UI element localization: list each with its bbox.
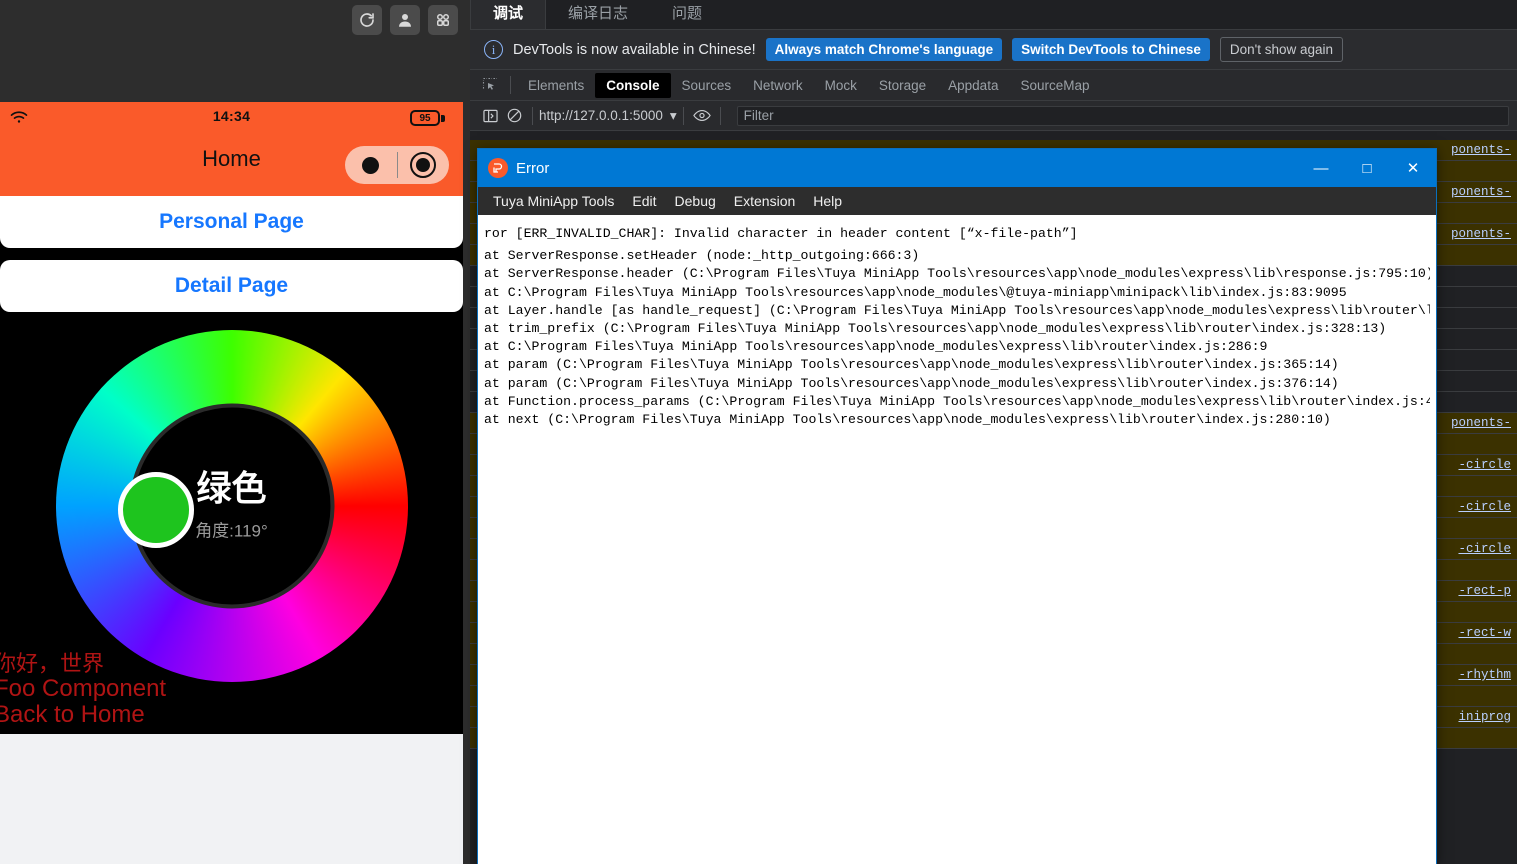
clear-console-icon[interactable] [502, 104, 526, 128]
panel-tab-appdata[interactable]: Appdata [937, 73, 1009, 98]
error-stack-line: at ServerResponse.header (C:\Program Fil… [484, 265, 1430, 283]
console-toolbar-divider-3 [720, 107, 721, 125]
color-wheel-ring[interactable]: 绿色 角度:119° [56, 330, 408, 682]
language-banner: i DevTools is now available in Chinese! … [470, 30, 1517, 70]
error-stack-line: ror [ERR_INVALID_CHAR]: Invalid characte… [484, 225, 1430, 243]
back-to-home-link[interactable]: Back to Home [0, 702, 463, 728]
error-stack-line: at ServerResponse.setHeader (node:_http_… [484, 247, 1430, 265]
console-source-link[interactable]: -circle [1458, 500, 1511, 514]
error-dialog-titlebar[interactable]: Error — □ ✕ [478, 149, 1436, 187]
simulator-panel: 14:34 95 Home Personal Page Detail Page [0, 0, 470, 864]
account-icon[interactable] [390, 5, 420, 35]
maximize-button[interactable]: □ [1344, 149, 1390, 187]
error-stack-line: at param (C:\Program Files\Tuya MiniApp … [484, 375, 1430, 393]
error-dialog-title: Error [516, 160, 549, 177]
panel-divider [510, 76, 511, 94]
foo-component-text: Foo Component [0, 676, 463, 702]
phone-viewport: 14:34 95 Home Personal Page Detail Page [0, 102, 463, 734]
error-dialog[interactable]: Error — □ ✕ Tuya MiniApp Tools Edit Debu… [477, 148, 1437, 864]
battery-tip [441, 115, 445, 122]
error-stack-line: at Layer.handle [as handle_request] (C:\… [484, 302, 1430, 320]
detail-page-link[interactable]: Detail Page [175, 274, 288, 298]
close-button[interactable]: ✕ [1390, 149, 1436, 187]
personal-page-link[interactable]: Personal Page [159, 210, 304, 234]
menu-extension[interactable]: Extension [727, 190, 802, 212]
error-stack-line: at next (C:\Program Files\Tuya MiniApp T… [484, 411, 1430, 429]
panel-tab-mock[interactable]: Mock [814, 73, 868, 98]
always-match-language-button[interactable]: Always match Chrome's language [766, 38, 1003, 61]
status-bar: 14:34 95 [0, 102, 463, 134]
panel-tab-elements[interactable]: Elements [517, 73, 595, 98]
color-angle-label: 角度:119° [195, 517, 268, 542]
battery-indicator: 95 [410, 110, 445, 126]
error-stack-line: at param (C:\Program Files\Tuya MiniApp … [484, 356, 1430, 374]
refresh-icon[interactable] [352, 5, 382, 35]
menu-help[interactable]: Help [806, 190, 849, 212]
status-time: 14:34 [0, 108, 463, 124]
window-controls: — □ ✕ [1298, 149, 1436, 187]
tab-build-log[interactable]: 编译日志 [546, 0, 650, 29]
console-source-link[interactable]: ponents- [1451, 185, 1511, 199]
screen-root: 14:34 95 Home Personal Page Detail Page [0, 0, 1517, 864]
menu-debug[interactable]: Debug [668, 190, 723, 212]
console-source-link[interactable]: -rect-w [1458, 626, 1511, 640]
simulator-blank-area [0, 734, 463, 864]
console-toolbar-divider-1 [532, 107, 533, 125]
error-stack-trace: ror [ERR_INVALID_CHAR]: Invalid characte… [478, 215, 1436, 864]
nav-bar: Home [0, 134, 463, 196]
live-expression-eye-icon[interactable] [690, 104, 714, 128]
console-context-selector[interactable]: http://127.0.0.1:5000 ▾ [539, 108, 677, 124]
simulator-toolbar [352, 0, 458, 40]
console-toolbar-divider-2 [683, 107, 684, 125]
color-wheel-widget[interactable]: 绿色 角度:119° [0, 324, 463, 624]
battery-level: 95 [410, 110, 440, 126]
devtools-panel-tabs: Elements Console Sources Network Mock St… [470, 70, 1517, 101]
hello-world-text: 你好，世界 [0, 652, 463, 676]
chevron-down-icon: ▾ [670, 108, 677, 124]
console-toolbar: http://127.0.0.1:5000 ▾ Filter [470, 101, 1517, 131]
console-source-link[interactable]: -circle [1458, 542, 1511, 556]
capsule-close-icon[interactable] [398, 152, 450, 178]
console-source-link[interactable]: ponents- [1451, 227, 1511, 241]
minimize-button[interactable]: — [1298, 149, 1344, 187]
panel-tab-console[interactable]: Console [595, 73, 670, 98]
hello-text-block: 你好，世界 Foo Component Back to Home [0, 652, 463, 734]
color-name-label: 绿色 [196, 470, 266, 509]
filter-input[interactable]: Filter [737, 106, 1509, 126]
console-source-link[interactable]: -rect-p [1458, 584, 1511, 598]
miniapp-capsule-button[interactable] [345, 146, 449, 184]
inspect-element-icon[interactable] [476, 74, 504, 96]
detail-page-card[interactable]: Detail Page [0, 260, 463, 312]
menu-edit[interactable]: Edit [625, 190, 663, 212]
error-stack-line: at trim_prefix (C:\Program Files\Tuya Mi… [484, 320, 1430, 338]
console-source-link[interactable]: ponents- [1451, 416, 1511, 430]
panel-tab-network[interactable]: Network [742, 73, 814, 98]
tuya-logo-icon [488, 158, 508, 178]
panel-tab-storage[interactable]: Storage [868, 73, 937, 98]
capsule-more-icon[interactable] [345, 157, 397, 174]
devtools-top-tabs: 调试 编译日志 问题 [470, 0, 1517, 30]
console-sidebar-icon[interactable] [478, 104, 502, 128]
switch-to-chinese-button[interactable]: Switch DevTools to Chinese [1012, 38, 1210, 61]
menu-tuya-miniapp-tools[interactable]: Tuya MiniApp Tools [486, 190, 621, 212]
console-source-link[interactable]: -rhythm [1458, 668, 1511, 682]
banner-message: DevTools is now available in Chinese! [513, 42, 756, 58]
apps-grid-icon[interactable] [428, 5, 458, 35]
console-source-link[interactable]: -circle [1458, 458, 1511, 472]
console-source-link[interactable]: iniprog [1458, 710, 1511, 724]
panel-tab-sourcemap[interactable]: SourceMap [1009, 73, 1100, 98]
dont-show-again-button[interactable]: Don't show again [1220, 37, 1343, 62]
console-source-link[interactable]: ponents- [1451, 143, 1511, 157]
error-dialog-menubar: Tuya MiniApp Tools Edit Debug Extension … [478, 187, 1436, 215]
error-stack-line: at Function.process_params (C:\Program F… [484, 393, 1430, 411]
personal-page-card[interactable]: Personal Page [0, 196, 463, 248]
info-icon: i [484, 40, 503, 59]
error-stack-line: at C:\Program Files\Tuya MiniApp Tools\r… [484, 338, 1430, 356]
console-context-label: http://127.0.0.1:5000 [539, 108, 663, 123]
tab-problems[interactable]: 问题 [650, 0, 724, 29]
error-stack-line: at C:\Program Files\Tuya MiniApp Tools\r… [484, 284, 1430, 302]
tab-debug[interactable]: 调试 [470, 0, 546, 29]
color-wheel-handle[interactable] [118, 472, 194, 548]
panel-tab-sources[interactable]: Sources [671, 73, 743, 98]
